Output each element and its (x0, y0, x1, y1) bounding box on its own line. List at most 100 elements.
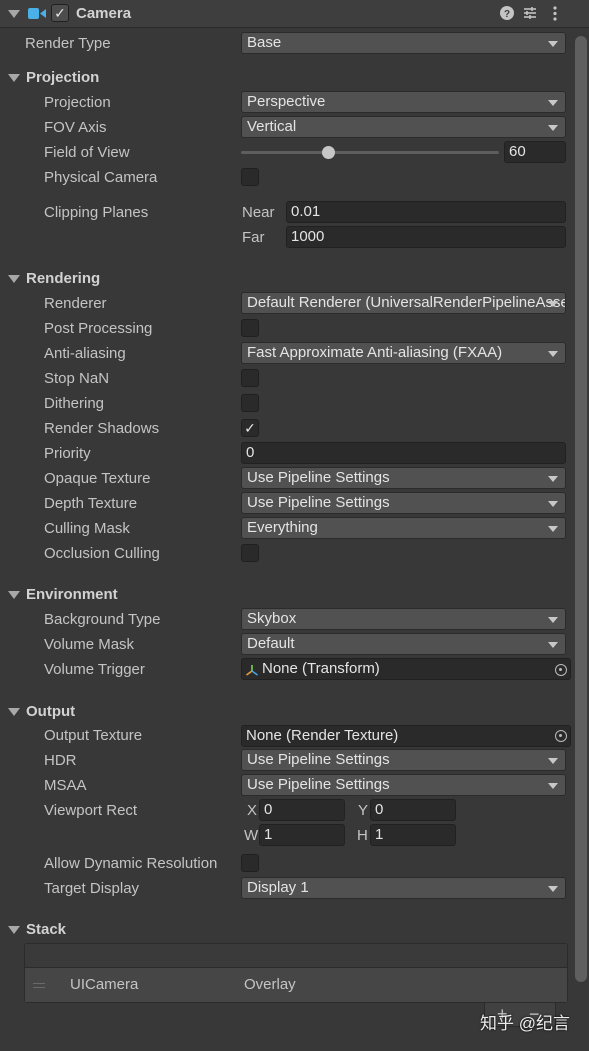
priority-label: Priority (44, 445, 91, 462)
projection-dropdown[interactable]: Perspective (241, 91, 566, 113)
dropdown-arrow-icon (548, 526, 558, 532)
stack-item-name: UICamera (70, 976, 139, 993)
stop-nan-checkbox[interactable] (241, 369, 259, 387)
foldout-arrow-icon[interactable] (8, 275, 20, 283)
near-clip-input[interactable]: 0.01 (286, 201, 566, 223)
target-display-value: Display 1 (247, 879, 309, 896)
background-type-dropdown[interactable]: Skybox (241, 608, 566, 630)
field-of-view-label: Field of View (44, 144, 130, 161)
presets-icon[interactable] (523, 6, 537, 24)
allow-dynamic-resolution-checkbox[interactable] (241, 854, 259, 872)
render-shadows-checkbox[interactable]: ✓ (241, 419, 259, 437)
viewport-h-input[interactable]: 1 (370, 824, 456, 846)
renderer-dropdown[interactable]: Default Renderer (UniversalRenderPipelin… (241, 292, 566, 314)
dropdown-arrow-icon (548, 476, 558, 482)
rendering-section-title[interactable]: Rendering (26, 269, 100, 289)
component-enabled-checkbox[interactable]: ✓ (51, 4, 69, 22)
help-icon[interactable]: ? (500, 6, 514, 24)
volume-mask-label: Volume Mask (44, 636, 135, 653)
post-processing-checkbox[interactable] (241, 319, 259, 337)
field-of-view-slider-track[interactable] (241, 151, 499, 154)
transform-icon (246, 663, 258, 679)
physical-camera-checkbox[interactable] (241, 168, 259, 186)
volume-mask-value: Default (247, 635, 295, 652)
opaque-texture-dropdown[interactable]: Use Pipeline Settings (241, 467, 566, 489)
stack-item-type: Overlay (244, 976, 296, 993)
allow-dynamic-resolution-label: Allow Dynamic Resolution (44, 855, 218, 872)
render-shadows-label: Render Shadows (44, 420, 160, 437)
background-type-value: Skybox (247, 610, 297, 627)
far-clip-input[interactable]: 1000 (286, 226, 566, 248)
dropdown-arrow-icon (548, 783, 558, 789)
render-type-dropdown[interactable]: Base (241, 32, 566, 54)
depth-texture-dropdown[interactable]: Use Pipeline Settings (241, 492, 566, 514)
dropdown-arrow-icon (548, 758, 558, 764)
kebab-menu-icon[interactable] (552, 6, 558, 25)
object-picker-icon[interactable] (555, 730, 567, 742)
dropdown-arrow-icon (548, 301, 558, 307)
component-title: Camera (76, 5, 132, 22)
hdr-value: Use Pipeline Settings (247, 751, 390, 768)
anti-aliasing-dropdown[interactable]: Fast Approximate Anti-aliasing (FXAA) (241, 342, 566, 364)
renderer-label: Renderer (44, 295, 107, 312)
vertical-scrollbar[interactable] (575, 36, 587, 982)
dropdown-arrow-icon (548, 501, 558, 507)
object-picker-icon[interactable] (555, 664, 567, 676)
stop-nan-label: Stop NaN (44, 370, 110, 387)
dropdown-arrow-icon (548, 642, 558, 648)
foldout-arrow-icon[interactable] (8, 74, 20, 82)
background-type-label: Background Type (44, 611, 161, 628)
volume-trigger-object-field[interactable]: None (Transform) (241, 658, 571, 680)
foldout-arrow-icon[interactable] (8, 708, 20, 716)
far-label: Far (242, 229, 265, 246)
fov-axis-dropdown[interactable]: Vertical (241, 116, 566, 138)
msaa-dropdown[interactable]: Use Pipeline Settings (241, 774, 566, 796)
dropdown-arrow-icon (548, 886, 558, 892)
viewport-y-input[interactable]: 0 (370, 799, 456, 821)
near-label: Near (242, 204, 275, 221)
field-of-view-input[interactable]: 60 (504, 141, 566, 163)
stack-list-header (25, 944, 567, 968)
volume-trigger-value: None (Transform) (262, 660, 380, 677)
volume-trigger-label: Volume Trigger (44, 661, 145, 678)
viewport-y-label: Y (358, 802, 369, 819)
output-texture-label: Output Texture (44, 727, 143, 744)
dropdown-arrow-icon (548, 100, 558, 106)
list-item[interactable]: UICamera Overlay (25, 968, 567, 1002)
volume-mask-dropdown[interactable]: Default (241, 633, 566, 655)
field-of-view-slider-handle[interactable] (322, 146, 335, 159)
foldout-arrow-icon[interactable] (8, 591, 20, 599)
fov-axis-label: FOV Axis (44, 119, 107, 136)
environment-section-title[interactable]: Environment (26, 585, 118, 605)
viewport-w-input[interactable]: 1 (259, 824, 345, 846)
culling-mask-label: Culling Mask (44, 520, 130, 537)
post-processing-label: Post Processing (44, 320, 153, 337)
render-type-label: Render Type (25, 35, 111, 52)
target-display-dropdown[interactable]: Display 1 (241, 877, 566, 899)
fov-axis-value: Vertical (247, 118, 297, 135)
output-section-title[interactable]: Output (26, 702, 75, 722)
foldout-arrow-icon[interactable] (8, 10, 20, 18)
dropdown-arrow-icon (548, 351, 558, 357)
opaque-texture-value: Use Pipeline Settings (247, 469, 390, 486)
stack-section-title[interactable]: Stack (26, 920, 66, 940)
dithering-label: Dithering (44, 395, 105, 412)
viewport-x-input[interactable]: 0 (259, 799, 345, 821)
anti-aliasing-label: Anti-aliasing (44, 345, 126, 362)
projection-section-title[interactable]: Projection (26, 68, 99, 88)
viewport-rect-label: Viewport Rect (44, 802, 138, 819)
culling-mask-value: Everything (247, 519, 318, 536)
dithering-checkbox[interactable] (241, 394, 259, 412)
output-texture-object-field[interactable]: None (Render Texture) (241, 725, 571, 747)
watermark: 知乎 @纪言 (480, 1014, 570, 1033)
drag-handle-icon[interactable] (33, 983, 45, 988)
viewport-h-label: H (357, 827, 368, 844)
hdr-dropdown[interactable]: Use Pipeline Settings (241, 749, 566, 771)
priority-input[interactable]: 0 (241, 442, 566, 464)
foldout-arrow-icon[interactable] (8, 926, 20, 934)
occlusion-culling-checkbox[interactable] (241, 544, 259, 562)
culling-mask-dropdown[interactable]: Everything (241, 517, 566, 539)
viewport-x-label: X (247, 802, 258, 819)
dropdown-arrow-icon (548, 617, 558, 623)
msaa-value: Use Pipeline Settings (247, 776, 390, 793)
